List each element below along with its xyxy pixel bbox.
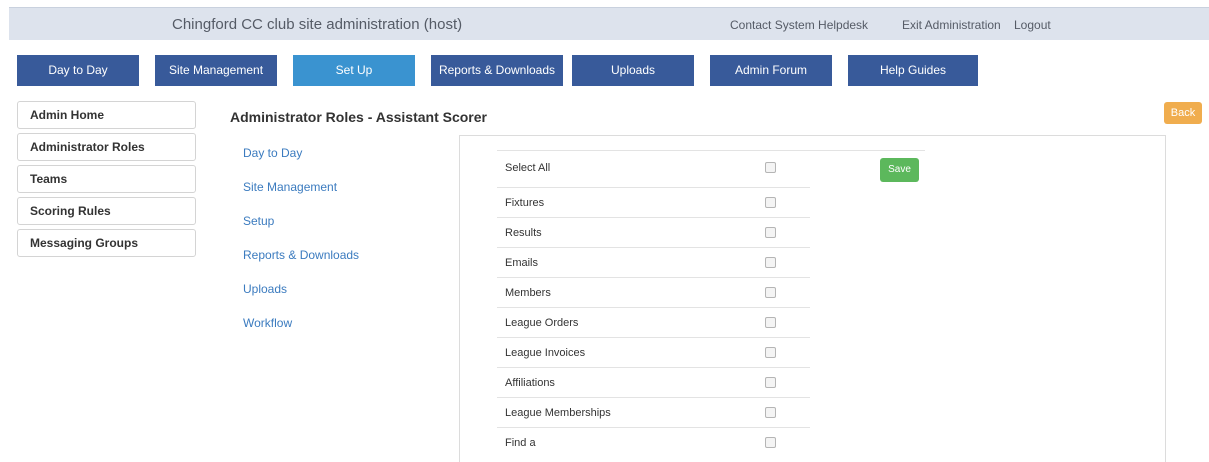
- exit-administration-link[interactable]: Exit Administration: [902, 18, 1001, 32]
- section-setup[interactable]: Setup: [243, 214, 274, 228]
- sidebar-item-admin-home[interactable]: Admin Home: [17, 101, 196, 129]
- nav-help-guides[interactable]: Help Guides: [848, 55, 978, 86]
- section-site-management[interactable]: Site Management: [243, 180, 337, 194]
- permission-label: Fixtures: [505, 197, 545, 209]
- page-title: Administrator Roles - Assistant Scorer: [230, 109, 487, 125]
- permission-checkbox[interactable]: [765, 257, 776, 268]
- permission-row: League Orders: [497, 307, 810, 337]
- sidebar-item-teams[interactable]: Teams: [17, 165, 196, 193]
- select-all-checkbox[interactable]: [765, 162, 776, 173]
- section-reports-downloads[interactable]: Reports & Downloads: [243, 248, 359, 262]
- permission-label: Emails: [505, 257, 539, 269]
- permission-checkbox[interactable]: [765, 377, 776, 388]
- sidebar: Admin Home Administrator Roles Teams Sco…: [17, 101, 196, 261]
- section-uploads[interactable]: Uploads: [243, 282, 287, 296]
- permission-checkbox[interactable]: [765, 317, 776, 328]
- nav-admin-forum[interactable]: Admin Forum: [710, 55, 832, 86]
- permission-checkbox[interactable]: [765, 437, 776, 448]
- nav-uploads[interactable]: Uploads: [572, 55, 694, 86]
- select-all-label: Select All: [505, 162, 551, 174]
- permission-row: Fixtures: [497, 187, 810, 217]
- permission-row: Emails: [497, 247, 810, 277]
- permission-row: Members: [497, 277, 810, 307]
- permission-checkbox[interactable]: [765, 227, 776, 238]
- permission-checkbox[interactable]: [765, 287, 776, 298]
- select-all-row: Select All: [497, 150, 925, 187]
- permission-checkbox[interactable]: [765, 197, 776, 208]
- permission-row: Find a: [497, 427, 810, 457]
- back-button[interactable]: Back: [1164, 102, 1202, 124]
- nav-reports-downloads[interactable]: Reports & Downloads: [431, 55, 563, 86]
- permission-label: Affiliations: [505, 377, 555, 389]
- sidebar-item-administrator-roles[interactable]: Administrator Roles: [17, 133, 196, 161]
- permission-checkbox[interactable]: [765, 407, 776, 418]
- save-button[interactable]: Save: [880, 158, 919, 182]
- permission-row: League Memberships: [497, 397, 810, 427]
- permission-label: League Memberships: [505, 407, 611, 419]
- permission-checkbox[interactable]: [765, 347, 776, 358]
- permission-label: Members: [505, 287, 551, 299]
- section-day-to-day[interactable]: Day to Day: [243, 146, 302, 160]
- permission-row: Affiliations: [497, 367, 810, 397]
- permission-label: League Orders: [505, 317, 579, 329]
- logout-link[interactable]: Logout: [1014, 18, 1051, 32]
- permission-label: Results: [505, 227, 542, 239]
- sidebar-item-messaging-groups[interactable]: Messaging Groups: [17, 229, 196, 257]
- permission-label: League Invoices: [505, 347, 586, 359]
- contact-helpdesk-link[interactable]: Contact System Helpdesk: [730, 18, 868, 32]
- section-workflow[interactable]: Workflow: [243, 316, 292, 330]
- nav-site-management[interactable]: Site Management: [155, 55, 277, 86]
- nav-day-to-day[interactable]: Day to Day: [17, 55, 139, 86]
- nav-set-up[interactable]: Set Up: [293, 55, 415, 86]
- permission-row: Results: [497, 217, 810, 247]
- permission-row: League Invoices: [497, 337, 810, 367]
- top-bar: Chingford CC club site administration (h…: [9, 7, 1209, 40]
- site-title: Chingford CC club site administration (h…: [172, 16, 463, 33]
- permission-label: Find a: [505, 437, 536, 449]
- sidebar-item-scoring-rules[interactable]: Scoring Rules: [17, 197, 196, 225]
